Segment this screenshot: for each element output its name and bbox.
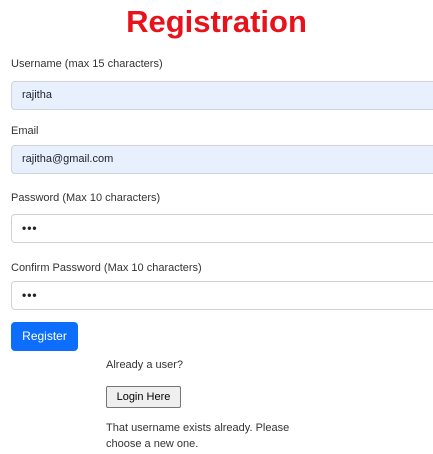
- password-input[interactable]: •••: [11, 214, 433, 243]
- page-title: Registration: [126, 4, 307, 39]
- username-input[interactable]: rajitha: [11, 81, 433, 110]
- username-exists-message: That username exists already. Please cho…: [106, 422, 290, 450]
- login-here-button[interactable]: Login Here: [106, 386, 181, 408]
- password-label: Password (Max 10 characters): [11, 192, 161, 204]
- email-input[interactable]: rajitha@gmail.com: [11, 145, 433, 174]
- confirm-password-label: Confirm Password (Max 10 characters): [11, 262, 202, 274]
- confirm-password-input[interactable]: •••: [11, 281, 433, 310]
- username-label: Username (max 15 characters): [11, 58, 163, 70]
- already-user-text: Already a user?: [106, 359, 184, 371]
- email-label: Email: [11, 125, 39, 137]
- registration-page: Registration Username (max 15 characters…: [0, 0, 433, 454]
- register-button[interactable]: Register: [11, 322, 78, 351]
